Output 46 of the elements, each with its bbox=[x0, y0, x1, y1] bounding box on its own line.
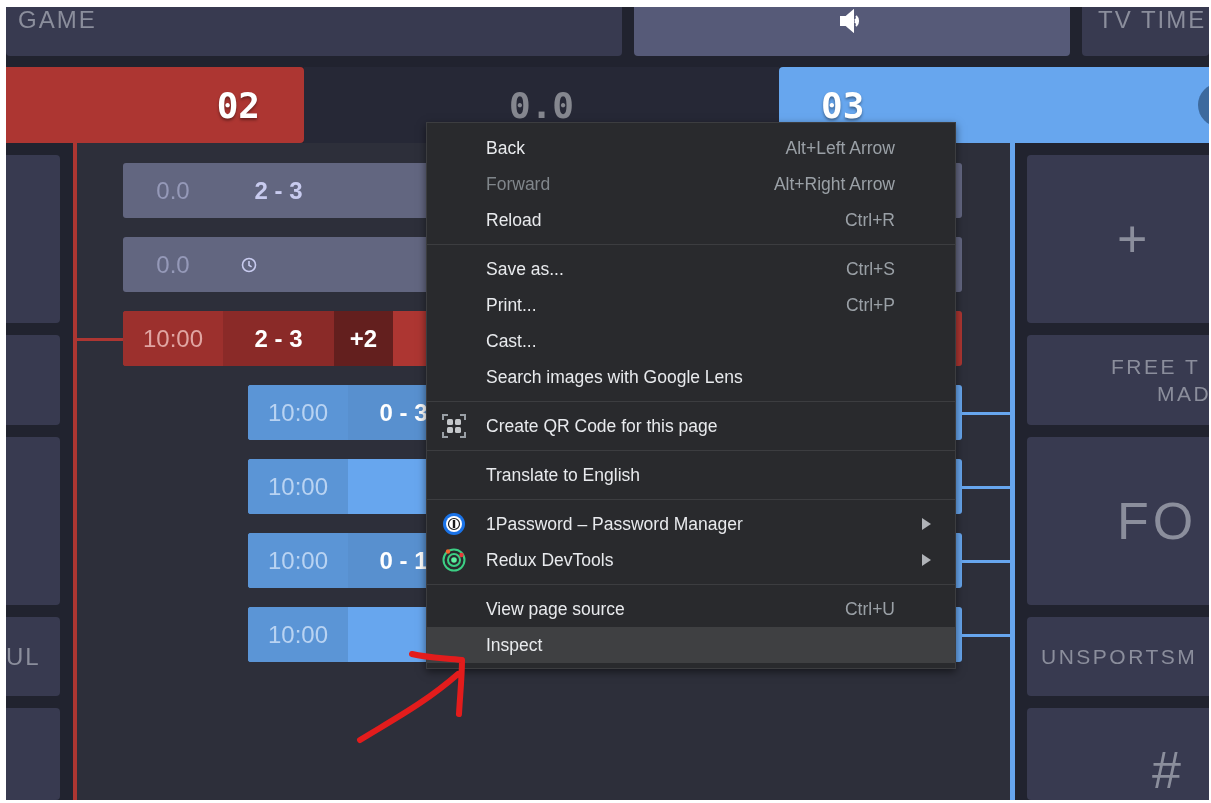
shortcut-text: Alt+Left Arrow bbox=[785, 137, 895, 159]
submenu-arrow-icon bbox=[922, 554, 931, 566]
match-time: 0.0 bbox=[155, 175, 191, 206]
match-time: 10:00 bbox=[248, 385, 348, 440]
sound-button[interactable] bbox=[634, 7, 1070, 57]
action-tile[interactable] bbox=[6, 708, 60, 800]
away-score: 03 bbox=[821, 84, 865, 126]
match-time: 10:00 bbox=[123, 311, 223, 366]
timeout-label: TV TIME bbox=[1098, 7, 1207, 33]
match-score: 2 - 3 bbox=[223, 311, 334, 366]
shortcut-text: Ctrl+R bbox=[844, 209, 895, 231]
password-manager-icon bbox=[441, 511, 467, 537]
game-label: GAME bbox=[18, 7, 97, 33]
menu-item[interactable]: Cast... bbox=[427, 323, 955, 359]
shortcut-text: Alt+Right Arrow bbox=[773, 173, 895, 195]
action-tile[interactable] bbox=[6, 335, 60, 425]
match-time: 10:00 bbox=[248, 533, 348, 588]
qr-code-icon bbox=[441, 413, 467, 439]
match-time: 10:00 bbox=[248, 607, 348, 662]
menu-item[interactable]: Save as... Ctrl+S bbox=[427, 251, 955, 287]
tile-label: # bbox=[1151, 740, 1185, 800]
submenu-arrow-icon bbox=[922, 518, 931, 530]
score-diff: +2 bbox=[334, 311, 393, 366]
menu-item[interactable]: View page source Ctrl+U bbox=[427, 591, 955, 627]
clock-icon bbox=[241, 256, 257, 273]
home-score: 02 bbox=[216, 84, 260, 126]
shortcut-text: Ctrl+U bbox=[844, 598, 895, 620]
tile-label: FO bbox=[1116, 491, 1198, 551]
match-time: 0.0 bbox=[155, 249, 191, 280]
match-score: 2 - 3 bbox=[253, 175, 304, 206]
menu-item[interactable]: Reload Ctrl+R bbox=[427, 202, 955, 238]
tile-label: UL bbox=[6, 642, 41, 671]
tile-label: + bbox=[1116, 209, 1152, 269]
game-clock: 0.0 bbox=[509, 84, 574, 126]
target-icon bbox=[441, 547, 467, 573]
match-time: 10:00 bbox=[248, 459, 348, 514]
menu-item[interactable]: Inspect bbox=[427, 627, 955, 663]
shortcut-text: Ctrl+S bbox=[845, 258, 895, 280]
shortcut-text: Ctrl+P bbox=[845, 294, 895, 316]
menu-item[interactable]: Print... Ctrl+P bbox=[427, 287, 955, 323]
tile-label: UNSPORTSM bbox=[1040, 644, 1198, 670]
action-tile[interactable] bbox=[6, 155, 60, 323]
menu-item[interactable]: Translate to English bbox=[427, 457, 955, 493]
action-tile[interactable] bbox=[6, 437, 60, 605]
tile-label: FREE T bbox=[1110, 354, 1201, 380]
menu-item[interactable]: Back Alt+Left Arrow bbox=[427, 130, 955, 166]
